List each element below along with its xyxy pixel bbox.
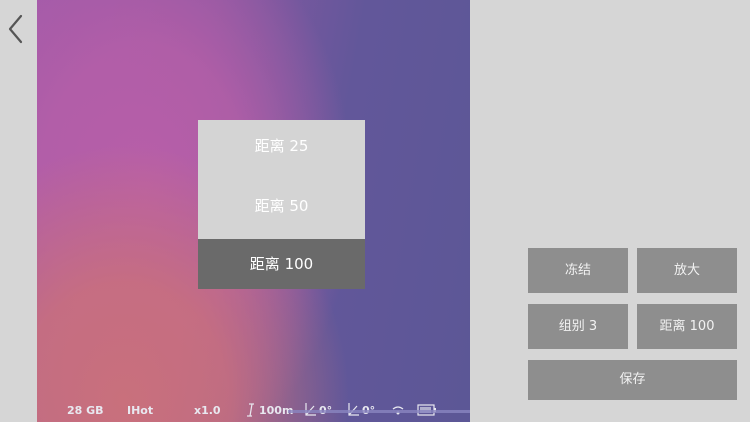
distance-button[interactable]: 距离 100 xyxy=(637,304,737,349)
distance-icon xyxy=(247,403,254,417)
back-button[interactable] xyxy=(4,12,28,46)
storage-readout: 28 GB xyxy=(67,404,104,417)
dropdown-option-distance-50[interactable]: 距离 50 xyxy=(198,173,365,239)
group-button[interactable]: 组别 3 xyxy=(528,304,628,349)
zoom-readout: x1.0 xyxy=(194,404,221,417)
distance-dropdown[interactable]: 距离 25 距离 50 距离 100 xyxy=(198,120,365,302)
palette-readout: IHot xyxy=(127,404,154,417)
freeze-button[interactable]: 冻结 xyxy=(528,248,628,293)
save-button[interactable]: 保存 xyxy=(528,360,737,400)
chevron-left-icon xyxy=(8,14,23,44)
dropdown-option-distance-25[interactable]: 距离 25 xyxy=(198,120,365,173)
dropdown-option-distance-100[interactable]: 距离 100 xyxy=(198,239,365,289)
zoom-in-button[interactable]: 放大 xyxy=(637,248,737,293)
status-underline xyxy=(288,410,470,413)
